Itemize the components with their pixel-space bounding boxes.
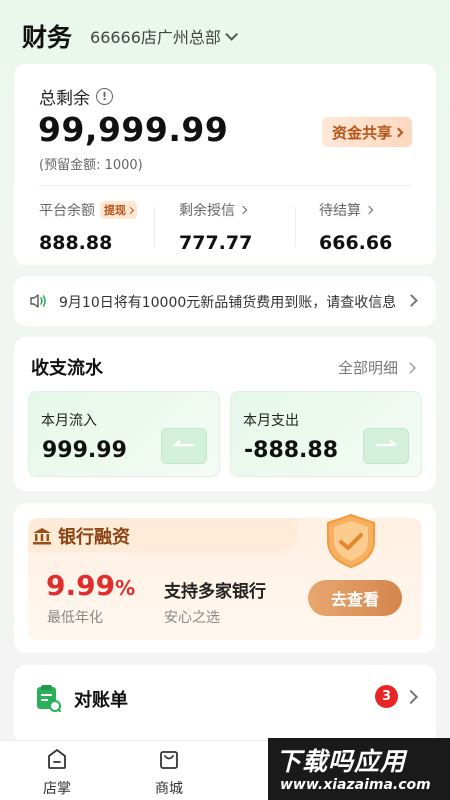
monthly-outflow[interactable]: 本月支出 -888.88 bbox=[230, 391, 422, 477]
bank-support-text: 支持多家银行 bbox=[164, 582, 266, 602]
chevron-right-icon bbox=[126, 206, 135, 214]
cash-flow-card: 收支流水 全部明细 本月流入 999.99 本月支出 -888.88 bbox=[14, 337, 436, 491]
info-icon[interactable]: ! bbox=[96, 88, 113, 105]
nav-label: 商城 bbox=[155, 781, 183, 797]
pending-settlement[interactable]: 待结算 666.66 bbox=[319, 200, 449, 254]
total-balance-card: 总剩余 ! 99,999.99 (预留金额: 1000) 资金共享 平台余额 提… bbox=[14, 64, 436, 265]
chevron-right-icon bbox=[405, 294, 418, 307]
chevron-right-icon bbox=[404, 361, 416, 374]
statement-icon bbox=[37, 685, 61, 712]
pending-settlement-label: 待结算 bbox=[319, 203, 361, 219]
monthly-inflow-label: 本月流入 bbox=[41, 413, 97, 429]
pending-settlement-value: 666.66 bbox=[319, 232, 393, 254]
bank-financing-title-row: 银行融资 bbox=[32, 523, 130, 549]
annual-rate-value: 9.99 bbox=[46, 569, 116, 602]
page-title: 财务 bbox=[22, 23, 73, 52]
bank-financing-title: 银行融资 bbox=[58, 527, 130, 548]
bank-financing-card[interactable]: 银行融资 9.99% 最低年化 支持多家银行 安心之选 去查看 bbox=[14, 503, 436, 653]
page-header: 财务 66666店广州总部 bbox=[22, 16, 430, 56]
monthly-outflow-label: 本月支出 bbox=[243, 413, 299, 429]
total-amount: 99,999.99 bbox=[38, 110, 229, 149]
all-details-label: 全部明细 bbox=[337, 359, 398, 377]
view-bank-button[interactable]: 去查看 bbox=[308, 580, 402, 616]
annual-rate-label: 最低年化 bbox=[47, 610, 103, 626]
chevron-down-icon bbox=[225, 27, 238, 41]
platform-balance-value: 888.88 bbox=[39, 232, 113, 254]
annual-rate-unit: % bbox=[115, 576, 136, 600]
chevron-right-icon bbox=[238, 205, 248, 215]
remaining-credit[interactable]: 剩余授信 777.77 bbox=[179, 200, 309, 254]
monthly-outflow-value: -888.88 bbox=[244, 438, 339, 463]
bank-icon bbox=[33, 528, 51, 545]
watermark: 下载吗应用 www.xiazaima.com bbox=[268, 738, 450, 800]
withdraw-button[interactable]: 提现 bbox=[100, 201, 137, 219]
monthly-inflow[interactable]: 本月流入 999.99 bbox=[28, 391, 220, 477]
platform-balance-label: 平台余额 bbox=[39, 203, 95, 219]
bank-support-subtext: 安心之选 bbox=[164, 610, 220, 626]
monthly-inflow-value: 999.99 bbox=[42, 438, 127, 463]
nav-item-mall[interactable]: 商城 bbox=[139, 747, 199, 798]
notice-text: 9月10日将有10000元新品铺货费用到账，请查收信息 bbox=[59, 295, 397, 311]
remaining-credit-value: 777.77 bbox=[179, 232, 253, 254]
shopping-bag-icon bbox=[160, 751, 178, 769]
total-label-row: 总剩余 ! bbox=[39, 84, 113, 109]
chevron-right-icon bbox=[393, 127, 404, 137]
nav-label: 店掌 bbox=[43, 781, 71, 797]
all-details-link[interactable]: 全部明细 bbox=[337, 357, 416, 378]
nav-item-store[interactable]: 店掌 bbox=[27, 747, 87, 798]
chevron-right-icon bbox=[403, 689, 419, 705]
shield-icon bbox=[327, 513, 375, 569]
chevron-right-icon bbox=[364, 205, 374, 215]
withdraw-label: 提现 bbox=[104, 204, 126, 217]
divider bbox=[295, 207, 296, 247]
fund-share-label: 资金共享 bbox=[331, 123, 392, 142]
annual-rate: 9.99% bbox=[46, 569, 135, 602]
arrow-left-icon bbox=[161, 428, 207, 464]
platform-balance: 平台余额 提现 888.88 bbox=[39, 200, 169, 254]
arrow-right-icon bbox=[363, 428, 409, 464]
reconciliation-label: 对账单 bbox=[74, 690, 128, 711]
fund-share-button[interactable]: 资金共享 bbox=[321, 117, 412, 147]
total-label: 总剩余 bbox=[39, 89, 90, 109]
store-name: 66666店广州总部 bbox=[90, 28, 221, 47]
notice-bar[interactable]: 9月10日将有10000元新品铺货费用到账，请查收信息 bbox=[14, 276, 436, 326]
remaining-credit-label: 剩余授信 bbox=[179, 203, 235, 219]
store-selector[interactable]: 66666店广州总部 bbox=[90, 24, 238, 48]
divider bbox=[39, 185, 411, 186]
speaker-icon bbox=[30, 294, 46, 308]
divider bbox=[154, 207, 155, 247]
notification-badge: 3 bbox=[375, 685, 398, 708]
cash-flow-title: 收支流水 bbox=[31, 358, 103, 379]
watermark-title: 下载吗应用 bbox=[276, 747, 407, 776]
watermark-url: www.xiazaima.com bbox=[280, 777, 431, 793]
home-icon bbox=[48, 749, 66, 769]
reconciliation-row[interactable]: 对账单 3 bbox=[14, 665, 436, 745]
reserve-amount: (预留金额: 1000) bbox=[39, 158, 143, 173]
